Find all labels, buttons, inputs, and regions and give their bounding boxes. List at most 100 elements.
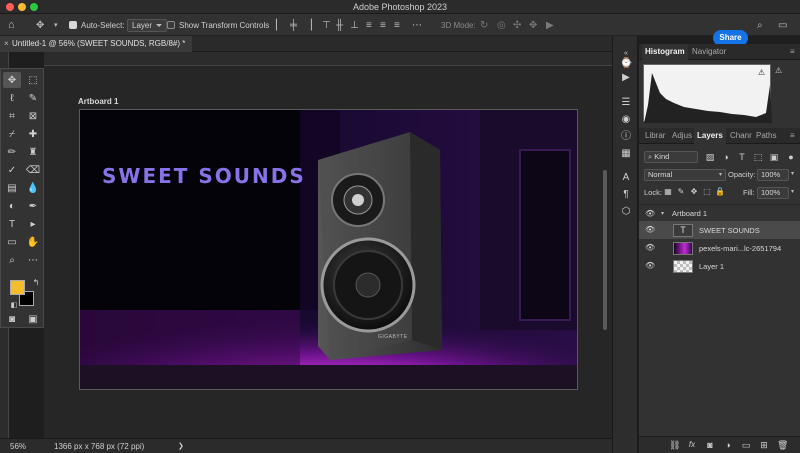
filter-toggle-icon[interactable]: ●: [786, 152, 796, 162]
auto-select-checkbox[interactable]: Auto-Select:: [69, 14, 125, 36]
visibility-eye-icon[interactable]: 👁: [645, 243, 655, 253]
visibility-eye-icon[interactable]: 👁: [645, 209, 655, 219]
new-adjustment-layer-icon[interactable]: ◑: [723, 440, 733, 450]
close-tab-icon[interactable]: ×: [4, 36, 9, 52]
new-layer-icon[interactable]: ⊞: [759, 440, 769, 450]
type-tool-icon[interactable]: T: [3, 216, 21, 232]
shape-tool-icon[interactable]: ▭: [3, 234, 21, 250]
fill-chevron-icon[interactable]: ▾: [791, 188, 794, 195]
filter-pixel-layers-icon[interactable]: ▨: [705, 152, 715, 162]
visibility-eye-icon[interactable]: 👁: [645, 261, 655, 271]
frame-tool-icon[interactable]: ⊠: [24, 108, 42, 124]
panel-menu-icon[interactable]: ≡: [787, 44, 798, 60]
filter-type-layers-icon[interactable]: T: [737, 152, 747, 162]
canvas-vertical-scrollbar[interactable]: [603, 170, 607, 330]
layers-panel-menu-icon[interactable]: ≡: [787, 128, 798, 144]
add-layer-mask-icon[interactable]: ◙: [705, 440, 715, 450]
hand-tool-icon[interactable]: ✋: [24, 234, 42, 250]
delete-layer-icon[interactable]: 🗑: [777, 440, 788, 450]
tab-channels[interactable]: Chanr: [727, 128, 755, 144]
search-icon[interactable]: ⌕: [757, 14, 763, 36]
info-icon[interactable]: ⓘ: [620, 131, 632, 143]
zoom-tool-icon[interactable]: ⌕: [3, 252, 21, 268]
gradient-tool-icon[interactable]: ▤: [3, 180, 21, 196]
3d-pan-icon[interactable]: ✣: [513, 14, 521, 36]
crop-tool-icon[interactable]: ⌗: [3, 108, 21, 124]
layer-row-image[interactable]: 👁 pexels-mari...lc-2651794: [639, 239, 800, 257]
artwork-title-text[interactable]: SWEET SOUNDS: [102, 164, 306, 188]
auto-select-target-dropdown[interactable]: Layer: [127, 14, 168, 36]
add-layer-style-icon[interactable]: fx: [687, 440, 697, 450]
3d-orbit-icon[interactable]: ↻: [480, 14, 488, 36]
new-group-icon[interactable]: ▭: [741, 440, 751, 450]
history-brush-tool-icon[interactable]: ✓: [3, 162, 21, 178]
edit-toolbar-icon[interactable]: ⋯: [24, 252, 42, 268]
show-transform-controls-checkbox[interactable]: Show Transform Controls: [167, 14, 269, 36]
distribute-bottom-icon[interactable]: ≡: [394, 14, 400, 36]
document-info[interactable]: 1366 px x 768 px (72 ppi): [54, 442, 144, 451]
path-selection-tool-icon[interactable]: ▸: [24, 216, 42, 232]
tab-layers[interactable]: Layers: [694, 128, 726, 144]
chevron-down-icon[interactable]: ▾: [54, 14, 58, 36]
3d-roll-icon[interactable]: ◎: [497, 14, 506, 36]
filter-shape-layers-icon[interactable]: ⬚: [753, 152, 763, 162]
brush-tool-icon[interactable]: ✏: [3, 144, 21, 160]
blur-tool-icon[interactable]: 💧: [24, 180, 42, 196]
lock-artboard-icon[interactable]: ⬚: [702, 187, 712, 197]
lock-transparent-pixels-icon[interactable]: ▦: [663, 187, 673, 197]
distribute-top-icon[interactable]: ≡: [366, 14, 372, 36]
clone-stamp-tool-icon[interactable]: ♜: [24, 144, 42, 160]
swap-colors-icon[interactable]: ↰: [27, 274, 45, 290]
properties-icon[interactable]: ◉: [620, 114, 632, 126]
align-center-icon[interactable]: ╪: [290, 14, 297, 36]
warning-icon[interactable]: ⚠: [758, 68, 765, 77]
horizontal-ruler[interactable]: [44, 52, 612, 66]
artboard-canvas[interactable]: SWEET SOUNDS GIGABYTE: [79, 109, 578, 390]
filter-adjustment-layers-icon[interactable]: ◑: [721, 152, 731, 162]
history-icon[interactable]: ⌚: [620, 58, 632, 70]
layer-row-artboard[interactable]: 👁 ▾ Artboard 1: [639, 204, 800, 222]
opacity-chevron-icon[interactable]: ▾: [791, 170, 794, 177]
refresh-histogram-icon[interactable]: ⚠: [775, 66, 782, 75]
quick-selection-tool-icon[interactable]: ✎: [24, 90, 42, 106]
more-options-icon[interactable]: ⋯: [412, 14, 422, 36]
opacity-input[interactable]: 100%: [757, 169, 789, 181]
actions-play-icon[interactable]: ▶: [620, 72, 632, 84]
artboard-label[interactable]: Artboard 1: [78, 97, 118, 106]
align-left-icon[interactable]: ▏: [276, 14, 284, 36]
pen-tool-icon[interactable]: ✒: [24, 198, 42, 214]
layer-row-layer-1[interactable]: 👁 Layer 1: [639, 257, 800, 275]
align-right-icon[interactable]: ▕: [304, 14, 312, 36]
3d-scale-icon[interactable]: ▶: [546, 14, 554, 36]
adjustments-sliders-icon[interactable]: ☰: [620, 97, 632, 109]
workspace-icon[interactable]: ▭: [778, 14, 787, 36]
blend-mode-dropdown[interactable]: Normal ▾: [644, 169, 726, 181]
link-layers-icon[interactable]: ⛓: [669, 440, 680, 450]
chevron-down-icon[interactable]: ▾: [661, 210, 664, 217]
layer-row-text[interactable]: 👁 T SWEET SOUNDS: [639, 221, 800, 239]
tab-paths[interactable]: Paths: [753, 128, 779, 144]
foreground-color-swatch[interactable]: [10, 280, 25, 295]
status-menu-icon[interactable]: ❯: [178, 442, 184, 450]
align-middle-icon[interactable]: ╫: [336, 14, 343, 36]
marquee-tool-icon[interactable]: ⬚: [24, 72, 42, 88]
character-icon[interactable]: A: [620, 172, 632, 184]
lock-position-icon[interactable]: ✥: [689, 187, 699, 197]
brush-settings-icon[interactable]: ▦: [620, 148, 632, 160]
glyphs-icon[interactable]: ⬡: [620, 206, 632, 218]
move-tool-options-icon[interactable]: ✥: [36, 14, 44, 36]
document-tab[interactable]: × Untitled-1 @ 56% (SWEET SOUNDS, RGB/8#…: [0, 36, 192, 52]
tab-libraries[interactable]: Librar: [642, 128, 668, 144]
lock-image-pixels-icon[interactable]: ✎: [676, 187, 686, 197]
align-top-icon[interactable]: ⊤: [322, 14, 331, 36]
paragraph-icon[interactable]: ¶: [620, 189, 632, 201]
fill-input[interactable]: 100%: [757, 187, 789, 199]
filter-smart-objects-icon[interactable]: ▣: [769, 152, 779, 162]
tab-navigator[interactable]: Navigator: [689, 44, 729, 60]
dodge-tool-icon[interactable]: ◐: [3, 198, 21, 214]
layer-filter-kind-dropdown[interactable]: ⌕ Kind: [644, 151, 698, 163]
3d-slide-icon[interactable]: ✥: [529, 14, 537, 36]
align-bottom-icon[interactable]: ⊥: [350, 14, 359, 36]
tab-histogram[interactable]: Histogram: [642, 44, 688, 60]
quick-mask-icon[interactable]: ◙: [3, 311, 21, 327]
